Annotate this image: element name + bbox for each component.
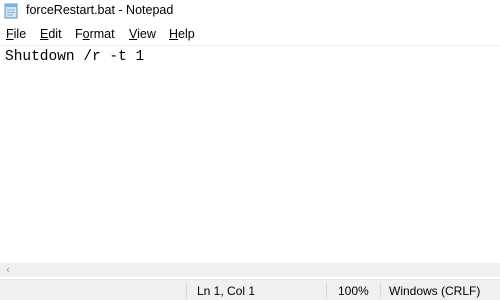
horizontal-scrollbar[interactable]: ‹	[0, 263, 500, 277]
menu-view-accel: V	[129, 27, 138, 41]
menu-help-accel: H	[169, 27, 179, 41]
status-line-ending: Windows (CRLF)	[389, 284, 481, 298]
menu-file-label: ile	[13, 27, 27, 41]
menu-edit[interactable]: Edit	[40, 27, 62, 41]
menu-file[interactable]: File	[6, 27, 26, 41]
editor-content[interactable]: Shutdown /r -t 1	[5, 49, 144, 65]
menu-help[interactable]: Help	[169, 27, 195, 41]
menu-format[interactable]: Format	[75, 27, 115, 41]
status-divider	[186, 282, 187, 299]
chevron-left-icon[interactable]: ‹	[2, 263, 14, 277]
menu-format-accel: o	[82, 27, 90, 41]
status-divider	[380, 282, 381, 299]
notepad-window: forceRestart.bat - Notepad File Edit For…	[0, 0, 500, 300]
window-title: forceRestart.bat - Notepad	[26, 3, 174, 17]
menu-edit-label: dit	[48, 27, 62, 41]
text-editor-area[interactable]: Shutdown /r -t 1	[0, 45, 500, 263]
status-zoom: 100%	[338, 284, 369, 298]
status-cursor-position: Ln 1, Col 1	[197, 284, 256, 298]
title-bar[interactable]: forceRestart.bat - Notepad	[0, 0, 500, 22]
notepad-icon	[4, 3, 18, 19]
menu-view[interactable]: View	[129, 27, 156, 41]
menu-view-label: iew	[137, 27, 156, 41]
menu-help-label: elp	[178, 27, 195, 41]
menu-format-pre: F	[75, 27, 83, 41]
menu-format-label: rmat	[89, 27, 115, 41]
status-divider	[326, 282, 327, 299]
menu-bar: File Edit Format View Help	[0, 25, 500, 45]
menu-file-accel: F	[6, 27, 14, 41]
status-bar: Ln 1, Col 1 100% Windows (CRLF)	[0, 279, 500, 300]
